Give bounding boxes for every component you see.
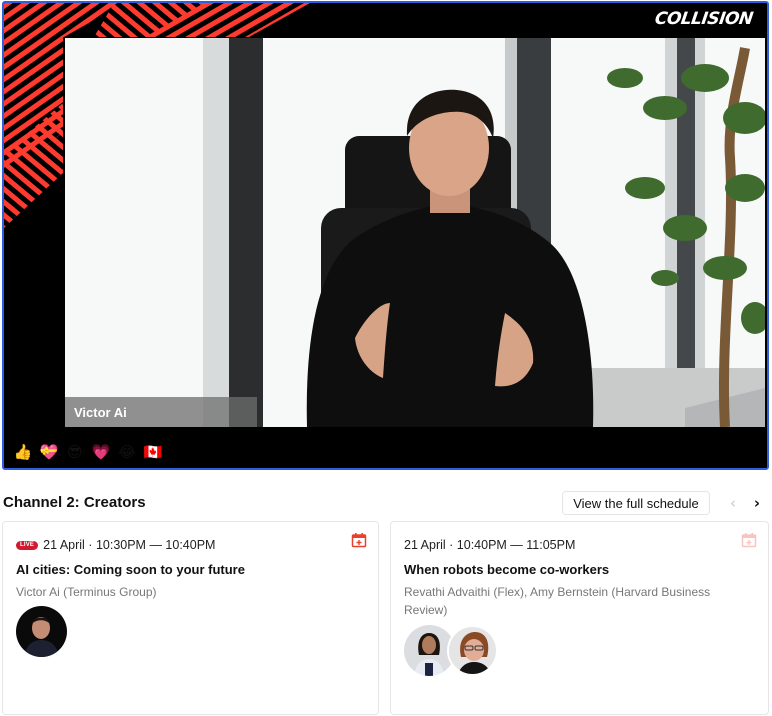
sparkle-hearts-icon[interactable]: 💝 [39,442,59,462]
avatar[interactable] [447,625,498,676]
cool-fire-icon[interactable]: 😎 [65,442,85,462]
thumbs-up-icon[interactable]: 👍 [13,442,33,462]
session-title: When robots become co-workers [404,562,610,577]
channel-title: Channel 2: Creators [3,494,146,511]
video-stream[interactable]: Victor Ai [65,38,765,427]
chevron-left-icon[interactable]: ‹ [724,493,742,513]
add-to-calendar-icon[interactable] [741,532,757,548]
video-player[interactable]: COLLISION Victor Ai 👍 💝 😎 💗 😂 🇨🇦 [2,1,769,470]
view-full-schedule-button[interactable]: View the full schedule [562,491,710,515]
speaker-avatars [16,606,67,657]
session-speakers: Revathi Advaithi (Flex), Amy Bernstein (… [404,585,711,617]
add-to-calendar-icon[interactable] [351,532,367,548]
session-speakers: Victor Ai (Terminus Group) [16,585,157,599]
laughing-tears-icon[interactable]: 😂 [117,442,137,462]
speaker-name: Victor Ai [74,405,127,420]
speaker-name-bar: Victor Ai [65,397,257,427]
collision-logo: COLLISION [653,9,755,29]
canada-flag-icon[interactable]: 🇨🇦 [143,442,163,462]
session-time-row: LIVE 21 April · 10:30PM — 10:40PM [16,538,215,552]
session-card[interactable]: 21 April · 10:40PM — 11:05PM When robots… [390,521,769,715]
reactions-bar: 👍 💝 😎 💗 😂 🇨🇦 [13,442,163,462]
session-time: 21 April · 10:30PM — 10:40PM [43,538,216,552]
session-title: AI cities: Coming soon to your future [16,562,245,577]
video-frame [65,38,765,427]
avatar[interactable] [16,606,67,657]
live-badge: LIVE [16,540,39,550]
session-card[interactable]: LIVE 21 April · 10:30PM — 10:40PM AI cit… [2,521,379,715]
speaker-avatars [404,625,498,676]
chevron-right-icon[interactable]: › [748,493,766,513]
heart-eyes-icon[interactable]: 💗 [91,442,111,462]
session-time: 21 April · 10:40PM — 11:05PM [404,538,576,552]
session-time-row: 21 April · 10:40PM — 11:05PM [404,538,575,552]
